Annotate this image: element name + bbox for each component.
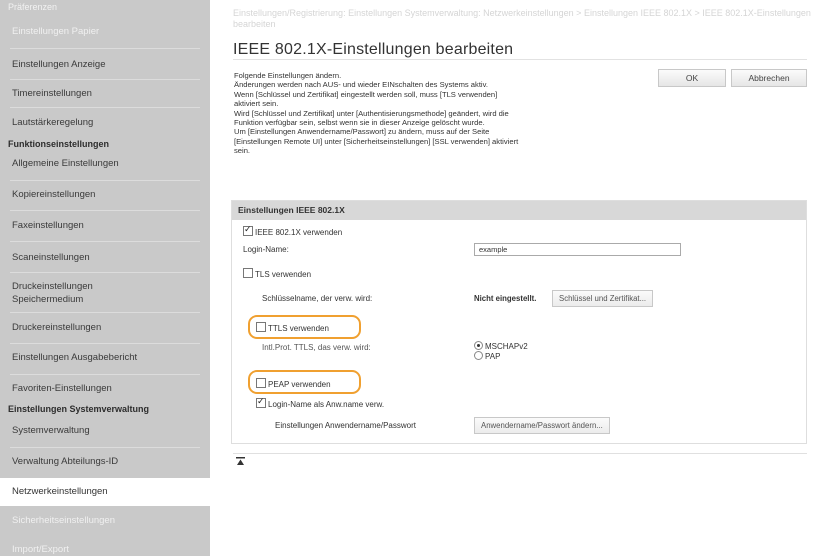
radio-mschap-label: MSCHAPv2 [485,342,528,351]
cancel-button[interactable]: Abbrechen [731,69,807,87]
sidebar-item-volume[interactable]: Lautstärkeregelung [0,116,210,129]
use-tls-checkbox[interactable] [243,268,253,278]
sidebar-divider [10,107,200,108]
sidebar-item-fax[interactable]: Faxeinstellungen [0,219,210,232]
description-line: Funktion verfügbar sein, selbst wenn sie… [234,118,485,128]
radio-pap-row[interactable]: PAP [474,351,528,361]
user-pass-button[interactable]: Anwendername/Passwort ändern... [474,417,610,434]
sidebar-header-system: Einstellungen Systemverwaltung [8,404,150,414]
settings-section-title: Einstellungen IEEE 802.1X [232,201,806,220]
sidebar-item-import-export[interactable]: Import/Export [0,543,210,556]
login-as-user-row[interactable]: Login-Name als Anw.name verw. [256,396,385,409]
sidebar-item-general[interactable]: Allgemeine Einstellungen [0,157,210,170]
sidebar-item-display[interactable]: Einstellungen Anzeige [0,58,210,71]
sidebar-item-report[interactable]: Einstellungen Ausgabebericht [0,351,210,364]
sidebar-divider [10,312,200,313]
login-as-user-checkbox[interactable] [256,396,266,408]
key-name-value: Nicht eingestellt. [474,294,537,303]
title-divider [233,59,807,60]
sidebar-divider [10,48,200,49]
inner-protocol-radios: MSCHAPv2 PAP [474,341,528,361]
radio-mschap-row[interactable]: MSCHAPv2 [474,341,528,351]
bottom-divider [233,453,807,454]
use-ieee-row[interactable]: IEEE 802.1X verwenden [243,224,343,237]
key-cert-button[interactable]: Schlüssel und Zertifikat... [552,290,654,307]
description-line: Um [Einstellungen Anwendername/Passwort]… [234,127,490,137]
scroll-top-icon-glyph [236,457,245,465]
description-line: Wird [Schlüssel und Zertifikat] unter [A… [234,108,509,118]
scroll-top-icon[interactable] [236,457,245,469]
login-name-label: Login-Name: [243,245,289,254]
sidebar-divider [10,241,200,242]
radio-pap-label: PAP [485,352,501,361]
sidebar-header-preferences: Präferenzen [8,2,58,12]
user-pass-label: Einstellungen Anwendername/Passwort [275,421,416,430]
description-line: Änderungen werden nach AUS- und wieder E… [234,80,488,90]
description-line: aktiviert sein. [234,99,279,109]
ttls-highlight [248,315,361,339]
sidebar-item-copy[interactable]: Kopiereinstellungen [0,188,210,201]
sidebar-header-functions: Funktionseinstellungen [8,139,110,149]
sidebar-item-system[interactable]: Systemverwaltung [0,424,210,437]
description-line: Wenn [Schlüssel und Zertifikat] eingeste… [234,89,498,99]
sidebar-divider [10,447,200,448]
sidebar-divider [10,180,200,181]
sidebar-item-network[interactable]: Netzwerkeinstellungen [0,478,210,506]
use-tls-label: TLS verwenden [255,270,312,279]
sidebar-item-scan[interactable]: Scaneinstellungen [0,251,210,264]
use-ieee-checkbox[interactable] [243,224,253,236]
page-title: IEEE 802.1X-Einstellungen bearbeiten [233,41,514,58]
description-line: Folgende Einstellungen ändern. [234,71,342,80]
sidebar-divider [10,210,200,211]
sidebar-item-printer[interactable]: Druckereinstellungen [0,321,210,334]
inner-protocol-label: Intl.Prot. TTLS, das verw. wird: [262,343,371,352]
sidebar-item-timer[interactable]: Timereinstellungen [0,87,210,100]
peap-highlight [248,370,361,394]
radio-pap[interactable] [474,351,483,360]
use-tls-row[interactable]: TLS verwenden [243,268,311,279]
breadcrumb[interactable]: Einstellungen/Registrierung: Einstellung… [233,8,813,30]
sidebar-item-media-print[interactable]: Druckeinstellungen Speichermedium [0,280,120,306]
radio-mschap[interactable] [474,341,483,350]
ok-button[interactable]: OK [658,69,726,87]
login-name-input[interactable]: example [474,243,681,256]
sidebar-item-dept-id[interactable]: Verwaltung Abteilungs-ID [0,455,210,468]
sidebar-divider [10,79,200,80]
login-as-user-label: Login-Name als Anw.name verw. [268,400,385,409]
sidebar-divider [10,343,200,344]
description-line: [Einstellungen Remote UI] unter [Sicherh… [234,136,519,146]
sidebar-divider [10,272,200,273]
description-text: Folgende Einstellungen ändern. Änderunge… [234,71,654,156]
sidebar-item-favorites[interactable]: Favoriten-Einstellungen [0,382,210,395]
sidebar-divider [10,374,200,375]
key-name-label: Schlüsselname, der verw. wird: [262,294,373,303]
sidebar: Präferenzen Einstellungen Papier Einstel… [0,0,210,556]
use-ieee-label: IEEE 802.1X verwenden [255,228,343,237]
description-line: sein. [234,146,251,156]
sidebar-item-paper[interactable]: Einstellungen Papier [0,25,210,38]
sidebar-item-security[interactable]: Sicherheitseinstellungen [0,514,210,527]
